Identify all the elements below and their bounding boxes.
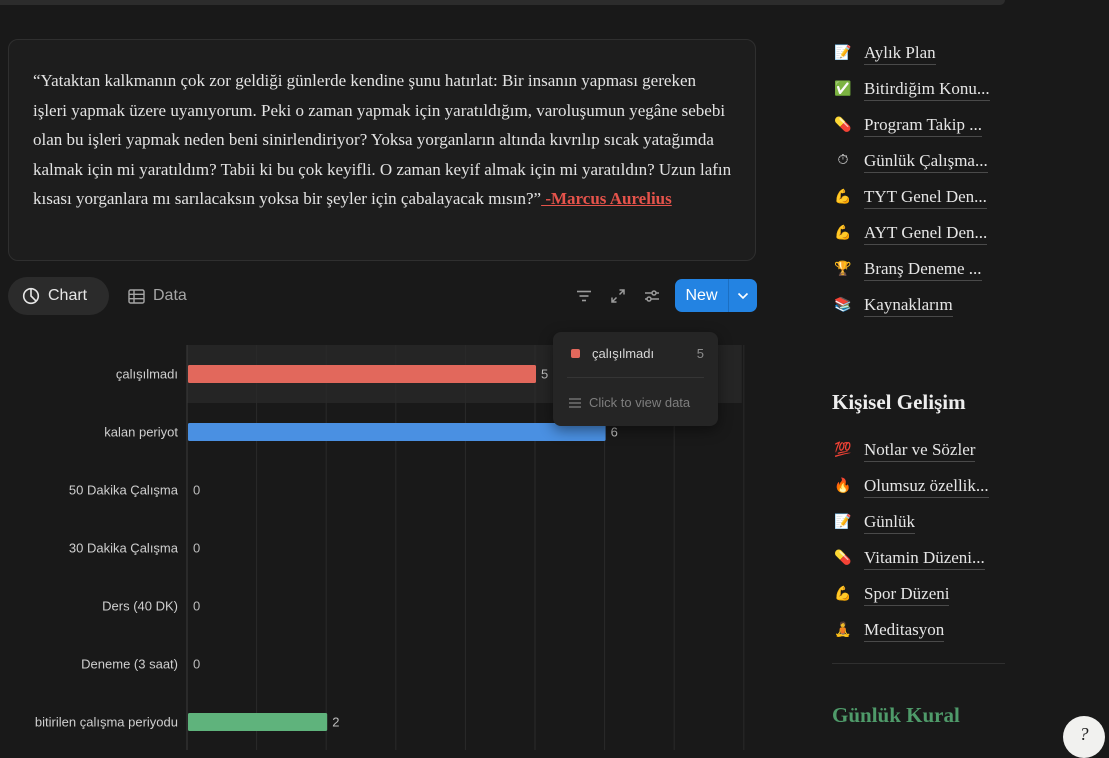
sidebar-item-label: TYT Genel Den... xyxy=(864,186,987,209)
sidebar-item-label: AYT Genel Den... xyxy=(864,222,988,245)
sidebar-item-olumsuz-ozellikler[interactable]: 🔥 Olumsuz özellik... xyxy=(832,473,989,499)
sidebar-item-brans-deneme[interactable]: 🏆 Branş Deneme ... xyxy=(832,256,982,282)
chart-tooltip: çalışılmadı 5 Click to view data xyxy=(553,332,718,426)
fire-icon: 🔥 xyxy=(834,478,852,494)
value-label: 2 xyxy=(332,715,339,730)
category-label: 50 Dakika Çalışma xyxy=(69,483,179,498)
flexed-arm-icon: 💪 xyxy=(834,225,852,241)
bar[interactable] xyxy=(188,423,606,441)
new-dropdown-button[interactable] xyxy=(729,279,757,312)
sidebar-item-kaynaklarim[interactable]: 📚 Kaynaklarım xyxy=(832,292,953,318)
tab-data[interactable]: Data xyxy=(114,277,201,315)
category-label: Ders (40 DK) xyxy=(102,599,178,614)
table-view-icon xyxy=(128,288,145,304)
sidebar-item-aylik-plan[interactable]: 📝 Aylık Plan xyxy=(832,40,936,66)
notepad-icon: 📝 xyxy=(834,45,852,61)
sidebar-item-label: Aylık Plan xyxy=(864,42,936,65)
category-label: kalan periyot xyxy=(104,425,178,440)
filter-icon[interactable] xyxy=(574,286,594,306)
sidebar-item-spor-duzeni[interactable]: 💪 Spor Düzeni xyxy=(832,581,950,607)
chevron-down-icon xyxy=(737,292,749,299)
sidebar-item-label: Olumsuz özellik... xyxy=(864,475,989,498)
value-label: 6 xyxy=(611,425,618,440)
meditation-icon: 🧘 xyxy=(834,622,852,638)
books-icon: 📚 xyxy=(834,297,852,313)
bar[interactable] xyxy=(188,713,328,731)
sidebar-item-vitamin-duzeni[interactable]: 💊 Vitamin Düzeni... xyxy=(832,545,985,571)
sidebar-item-label: Günlük xyxy=(864,511,915,534)
help-button[interactable]: ? xyxy=(1063,716,1105,758)
sidebar-item-program-takip[interactable]: 💊 Program Takip ... xyxy=(832,112,982,138)
tab-data-label: Data xyxy=(153,287,187,304)
sidebar-item-label: Meditasyon xyxy=(864,619,945,642)
quote-callout: “Yataktan kalkmanın çok zor geldiği günl… xyxy=(8,39,756,261)
sidebar-item-label: Branş Deneme ... xyxy=(864,258,982,281)
new-button[interactable]: New xyxy=(675,279,728,312)
flexed-arm-icon: 💪 xyxy=(834,586,852,602)
quote-author-link[interactable]: -Marcus Aurelius xyxy=(541,189,671,208)
sidebar-item-gunluk-calisma[interactable]: ⏱ Günlük Çalışma... xyxy=(832,148,988,174)
category-label: 30 Dakika Çalışma xyxy=(69,541,179,556)
bar[interactable] xyxy=(188,365,536,383)
sidebar-item-label: Kaynaklarım xyxy=(864,294,953,317)
stopwatch-icon: ⏱ xyxy=(837,153,849,168)
tooltip-divider xyxy=(567,377,704,378)
quote-paragraph: “Yataktan kalkmanın çok zor geldiği günl… xyxy=(33,66,733,214)
sidebar-item-label: Günlük Çalışma... xyxy=(864,150,988,173)
tab-chart-label: Chart xyxy=(48,287,88,304)
value-label: 0 xyxy=(193,483,200,498)
tab-chart[interactable]: Chart xyxy=(8,277,109,315)
sidebar-item-tyt-genel-deneme[interactable]: 💪 TYT Genel Den... xyxy=(832,184,987,210)
chart-view-icon xyxy=(22,287,40,305)
settings-sliders-icon[interactable] xyxy=(642,286,662,306)
pill-icon: 💊 xyxy=(834,117,852,133)
sidebar-item-notlar-ve-sozler[interactable]: 💯 Notlar ve Sözler xyxy=(832,437,976,463)
value-label: 0 xyxy=(193,599,200,614)
sidebar-item-label: Vitamin Düzeni... xyxy=(864,547,985,570)
flexed-arm-icon: 💪 xyxy=(834,189,852,205)
help-icon: ? xyxy=(1079,724,1089,744)
pill-icon: 💊 xyxy=(834,550,852,566)
section-heading-gunluk-kural: Günlük Kural xyxy=(832,703,960,727)
sidebar-item-label: Spor Düzeni xyxy=(864,583,950,606)
sidebar-item-label: Notlar ve Sözler xyxy=(864,439,976,462)
sidebar-item-label: Program Takip ... xyxy=(864,114,982,137)
notepad-icon: 📝 xyxy=(834,514,852,530)
category-label: bitirilen çalışma periyodu xyxy=(35,715,178,730)
tooltip-view-data[interactable]: Click to view data xyxy=(569,395,690,410)
tooltip-series-row: çalışılmadı 5 xyxy=(571,346,704,361)
value-label: 5 xyxy=(541,367,548,382)
tooltip-count: 5 xyxy=(696,346,704,361)
sidebar-divider xyxy=(832,663,1005,664)
value-label: 0 xyxy=(193,541,200,556)
value-label: 0 xyxy=(193,657,200,672)
sidebar-item-ayt-genel-deneme[interactable]: 💪 AYT Genel Den... xyxy=(832,220,988,246)
sidebar-item-label: Bitirdiğim Konu... xyxy=(864,78,990,101)
quote-text: “Yataktan kalkmanın çok zor geldiği günl… xyxy=(33,71,732,208)
category-label: çalışılmadı xyxy=(116,367,178,382)
new-button-group: New xyxy=(675,279,757,312)
check-mark-icon: ✅ xyxy=(834,81,852,97)
trophy-icon: 🏆 xyxy=(834,261,852,277)
top-bar xyxy=(0,0,1005,5)
tooltip-color-swatch xyxy=(571,349,580,358)
expand-icon[interactable] xyxy=(608,286,628,306)
tooltip-action-label: Click to view data xyxy=(589,395,691,410)
category-label: Deneme (3 saat) xyxy=(81,657,178,672)
sidebar-item-gunluk[interactable]: 📝 Günlük xyxy=(832,509,915,535)
hundred-points-icon: 💯 xyxy=(834,442,852,458)
section-heading-kisisel-gelisim: Kişisel Gelişim xyxy=(832,390,966,414)
list-icon xyxy=(569,397,581,408)
sidebar-item-meditasyon[interactable]: 🧘 Meditasyon xyxy=(832,617,945,643)
sidebar-item-bitirdigim-konular[interactable]: ✅ Bitirdiğim Konu... xyxy=(832,76,990,102)
tooltip-label: çalışılmadı xyxy=(592,346,655,361)
